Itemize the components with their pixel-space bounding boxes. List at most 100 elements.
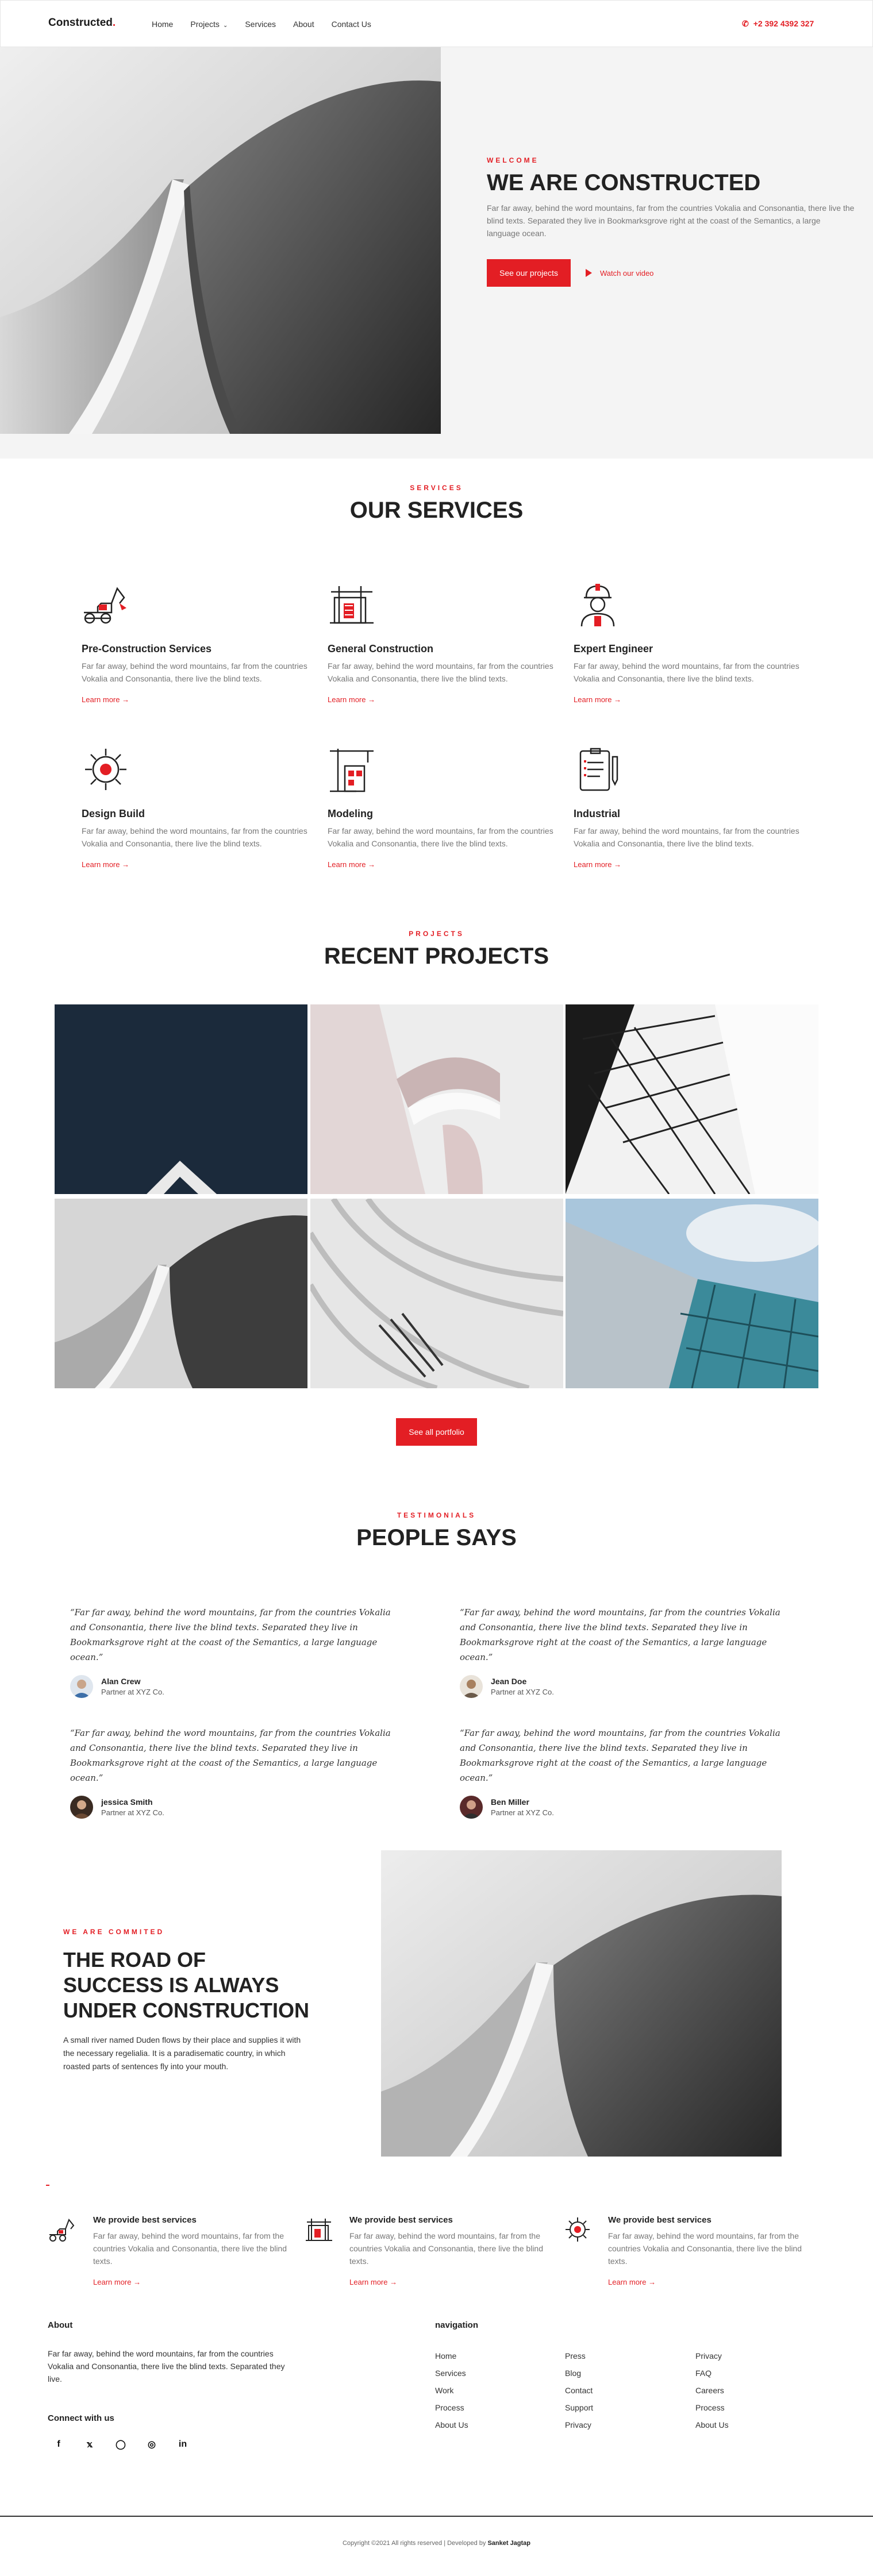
watch-video-link[interactable]: Watch our video: [585, 269, 653, 278]
project-tile[interactable]: [310, 1004, 563, 1194]
tower-crane-icon: [330, 749, 374, 792]
learn-more-link[interactable]: Learn more →: [82, 860, 311, 869]
project-tile[interactable]: [566, 1199, 818, 1388]
learn-more-link[interactable]: Learn more →: [574, 860, 803, 869]
commitment-building-image: [381, 1850, 782, 2157]
nav-contact[interactable]: Contact Us: [332, 20, 371, 29]
hero-eyebrow: WELCOME: [487, 156, 539, 164]
clipboard-icon: [579, 748, 618, 791]
project-tile[interactable]: [55, 1004, 307, 1194]
service-text: Far far away, behind the word mountains,…: [328, 661, 553, 683]
footer-link[interactable]: About Us: [695, 2420, 729, 2429]
projects-heading: PROJECTS RECENT PROJECTS: [0, 930, 873, 969]
projects-title: RECENT PROJECTS: [324, 944, 549, 969]
feature-text: Far far away, behind the word mountains,…: [608, 2231, 802, 2266]
nav-home[interactable]: Home: [152, 20, 173, 29]
instagram-icon[interactable]: ◯: [115, 2439, 126, 2450]
social-links: f 𝕩 ◯ ◎ in: [53, 2439, 189, 2450]
service-title: Pre-Construction Services: [82, 643, 212, 654]
footer-link[interactable]: Press: [565, 2351, 593, 2361]
learn-more-link[interactable]: Learn more →: [608, 2278, 803, 2286]
footer-divider: [0, 2516, 873, 2517]
avatar: [460, 1796, 483, 1819]
linkedin-icon[interactable]: in: [177, 2439, 189, 2450]
service-card: General Construction Far far away, behin…: [328, 580, 557, 704]
testimonial-card: “Far far away, behind the word mountains…: [70, 1726, 409, 1819]
phone-icon: ✆: [742, 19, 749, 28]
see-projects-button[interactable]: See our projects: [487, 259, 571, 287]
learn-more-link[interactable]: Learn more →: [328, 860, 557, 869]
testimonial-role: Partner at XYZ Co.: [491, 1808, 554, 1817]
testimonial-name: Ben Miller: [491, 1797, 529, 1807]
copyright: Copyright ©2021 All rights reserved | De…: [342, 2540, 531, 2547]
project-tile[interactable]: [566, 1004, 818, 1194]
commitment-text-block: WE ARE COMMITED THE ROAD OF SUCCESS IS A…: [63, 1928, 310, 2073]
phone-link[interactable]: ✆ +2 392 4392 327: [742, 19, 814, 29]
project-tile[interactable]: [310, 1199, 563, 1388]
footer-link[interactable]: Work: [435, 2386, 468, 2395]
feature-text: Far far away, behind the word mountains,…: [349, 2231, 543, 2266]
learn-more-link[interactable]: Learn more →: [328, 695, 557, 704]
testimonial-card: “Far far away, behind the word mountains…: [460, 1726, 799, 1819]
testimonial-quote: “Far far away, behind the word mountains…: [460, 1728, 780, 1783]
testimonials-eyebrow: TESTIMONIALS: [397, 1511, 476, 1519]
commitment-eyebrow: WE ARE COMMITED: [63, 1928, 165, 1936]
portfolio-button-wrap: See all portfolio: [0, 1418, 873, 1446]
service-card: Industrial Far far away, behind the word…: [574, 745, 803, 869]
testimonial-role: Partner at XYZ Co.: [101, 1808, 164, 1817]
testimonials-heading: TESTIMONIALS PEOPLE SAYS: [0, 1511, 873, 1551]
footer-link[interactable]: Blog: [565, 2369, 593, 2378]
commitment-text: A small river named Duden flows by their…: [63, 2035, 301, 2071]
footer-link[interactable]: Process: [435, 2403, 468, 2412]
service-text: Far far away, behind the word mountains,…: [574, 661, 799, 683]
footer-link[interactable]: Careers: [695, 2386, 729, 2395]
accent-dot: [46, 2185, 49, 2186]
service-title: Industrial: [574, 808, 621, 819]
testimonial-quote: “Far far away, behind the word mountains…: [460, 1607, 780, 1662]
learn-more-link[interactable]: Learn more →: [93, 2278, 289, 2286]
testimonials-title: PEOPLE SAYS: [356, 1525, 517, 1550]
dribbble-icon[interactable]: ◎: [146, 2439, 157, 2450]
footer-link[interactable]: Contact: [565, 2386, 593, 2395]
testimonial-name: Alan Crew: [101, 1677, 141, 1686]
commitment-section: WE ARE COMMITED THE ROAD OF SUCCESS IS A…: [0, 1850, 873, 2161]
avatar: [70, 1796, 93, 1819]
service-title: Design Build: [82, 808, 145, 819]
footer-link[interactable]: Support: [565, 2403, 593, 2412]
hero-text: Far far away, behind the word mountains,…: [487, 203, 855, 238]
footer-link[interactable]: Home: [435, 2351, 468, 2361]
footer-link[interactable]: Services: [435, 2369, 468, 2378]
nav-about[interactable]: About: [293, 20, 314, 29]
footer-about-text: Far far away, behind the word mountains,…: [48, 2349, 285, 2384]
project-tile[interactable]: [55, 1199, 307, 1388]
hero-section: WELCOME WE ARE CONSTRUCTED Far far away,…: [0, 47, 873, 459]
learn-more-link[interactable]: Learn more →: [82, 695, 311, 704]
learn-more-link[interactable]: Learn more →: [349, 2278, 545, 2286]
footer-link[interactable]: About Us: [435, 2420, 468, 2429]
excavator-icon: [49, 2219, 75, 2242]
developer-link[interactable]: Sanket Jagtap: [487, 2540, 530, 2547]
learn-more-link[interactable]: Learn more →: [574, 695, 803, 704]
footer-link[interactable]: Privacy: [565, 2420, 593, 2429]
footer-connect-title: Connect with us: [48, 2413, 114, 2423]
top-navbar: Constructed. Home Projects ⌄ Services Abo…: [0, 0, 873, 47]
brand-logo[interactable]: Constructed.: [48, 17, 116, 29]
nav-services[interactable]: Services: [245, 20, 276, 29]
see-all-portfolio-button[interactable]: See all portfolio: [396, 1418, 477, 1446]
play-icon: [585, 269, 592, 277]
service-card: Design Build Far far away, behind the wo…: [82, 745, 311, 869]
main-menu: Home Projects ⌄ Services About Contact Us: [152, 20, 389, 29]
feature-title: We provide best services: [608, 2215, 712, 2225]
testimonial-name: jessica Smith: [101, 1797, 153, 1807]
facebook-icon[interactable]: f: [53, 2439, 64, 2450]
service-card: Pre-Construction Services Far far away, …: [82, 580, 311, 704]
footer-link[interactable]: FAQ: [695, 2369, 729, 2378]
services-title: OUR SERVICES: [349, 498, 524, 523]
service-text: Far far away, behind the word mountains,…: [82, 826, 307, 848]
twitter-icon[interactable]: 𝕩: [84, 2439, 95, 2450]
footer-link[interactable]: Process: [695, 2403, 729, 2412]
footer-nav-col-2: Press Blog Contact Support Privacy: [565, 2351, 593, 2438]
testimonial-card: “Far far away, behind the word mountains…: [460, 1605, 799, 1698]
nav-projects[interactable]: Projects ⌄: [190, 20, 228, 29]
footer-link[interactable]: Privacy: [695, 2351, 729, 2361]
